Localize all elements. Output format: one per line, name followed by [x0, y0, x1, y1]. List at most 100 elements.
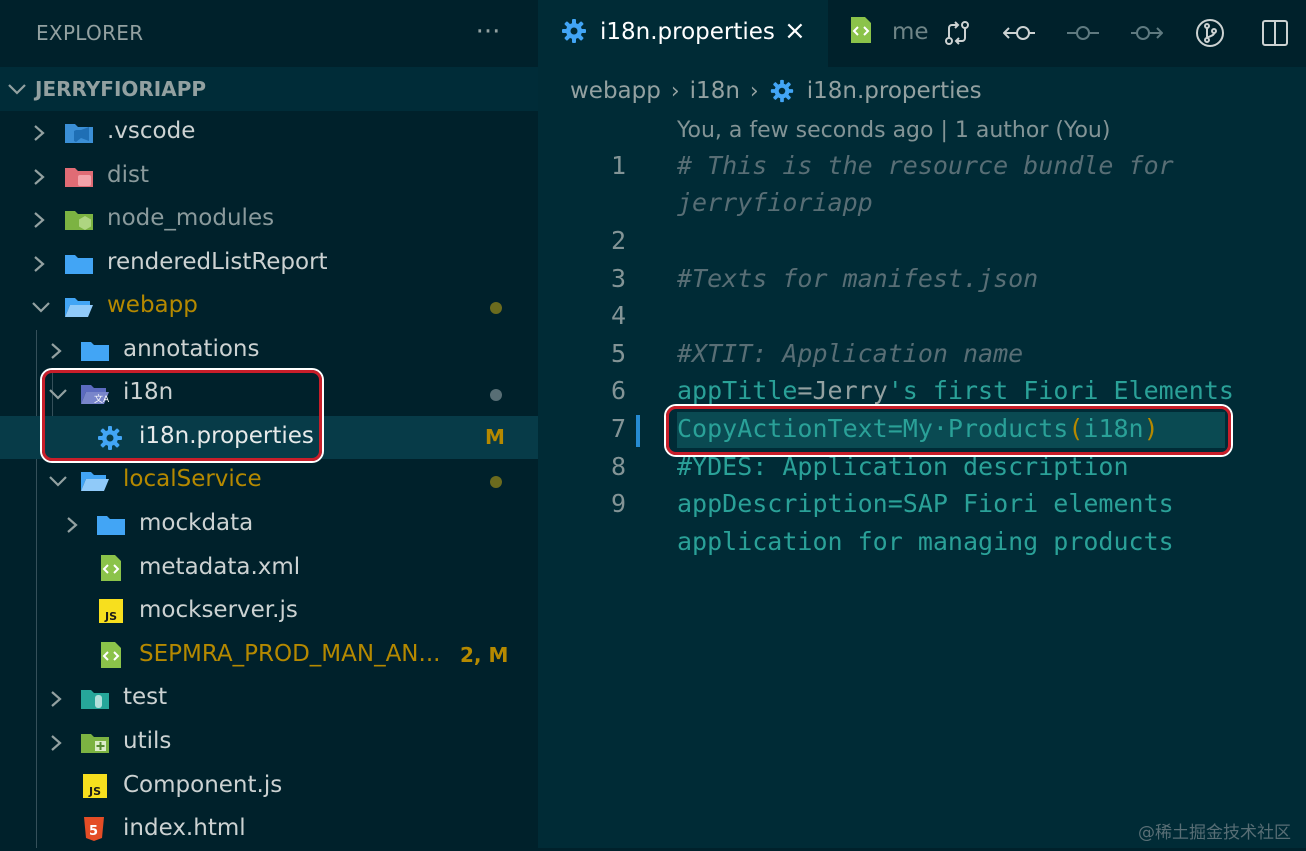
node-folder-icon — [64, 207, 93, 232]
code-line-7[interactable]: CopyActionText=My·Products(i18n) — [677, 414, 1159, 443]
more-actions-icon[interactable]: ··· — [470, 14, 506, 50]
tree-item-i18n[interactable]: 文A i18n — [0, 372, 538, 415]
code-line-3[interactable]: #Texts for manifest.json — [677, 264, 1038, 293]
tab-metadata[interactable]: me — [830, 0, 930, 67]
tree-item-label: Component.js — [123, 772, 283, 798]
js-file-icon: JS — [99, 599, 127, 624]
line-number: 5 — [610, 339, 626, 368]
xml-file-icon — [100, 641, 128, 668]
tree-item-test[interactable]: test — [0, 677, 538, 720]
tree-item-node-modules[interactable]: node_modules — [0, 198, 538, 241]
workspace-header[interactable]: JERRYFIORIAPP — [0, 67, 538, 111]
tree-item-renderedlistreport[interactable]: renderedListReport — [0, 242, 538, 285]
tree-item-label: test — [123, 684, 168, 710]
breadcrumb-separator: › — [749, 78, 759, 104]
svg-text:5: 5 — [89, 824, 98, 839]
tab-label: i18n.properties — [600, 19, 775, 45]
xml-file-icon — [100, 554, 128, 581]
line-number: 8 — [610, 452, 626, 481]
tree-item-label: i18n — [123, 379, 174, 405]
explorer-title: EXPLORER — [36, 21, 144, 45]
tree-item-label: node_modules — [107, 205, 275, 231]
js-file-icon: JS — [83, 774, 111, 799]
line-number: 4 — [610, 301, 626, 330]
code-line-5[interactable]: #XTIT: Application name — [677, 339, 1023, 368]
line-number: 2 — [610, 226, 626, 255]
next-change-icon[interactable] — [1128, 15, 1164, 51]
git-status-badge: 2, M — [460, 643, 509, 667]
paren-content: i18n — [1083, 414, 1144, 443]
utils-folder-icon — [80, 730, 109, 755]
tree-item-vscode[interactable]: .vscode — [0, 111, 538, 154]
git-blame-codelens[interactable]: You, a few seconds ago | 1 author (You) — [677, 118, 1110, 143]
tree-item-metadata-xml[interactable]: metadata.xml — [0, 547, 538, 590]
previous-change-icon[interactable] — [1002, 15, 1038, 51]
tree-item-webapp[interactable]: webapp — [0, 285, 538, 328]
gear-icon — [560, 17, 588, 49]
tree-item-label: .vscode — [107, 118, 196, 144]
tree-item-mockserver-js[interactable]: JS mockserver.js — [0, 590, 538, 633]
chevron-right-icon — [47, 341, 65, 365]
breadcrumb-item-file[interactable]: i18n.properties — [807, 78, 982, 104]
svg-text:JS: JS — [104, 610, 117, 623]
html-file-icon: 5 — [83, 816, 111, 841]
tree-item-label: dist — [107, 162, 149, 188]
code-line-9-wrap[interactable]: application for managing products — [677, 527, 1174, 556]
split-editor-icon[interactable] — [1257, 15, 1293, 51]
tree-item-localservice[interactable]: localService — [0, 459, 538, 502]
breadcrumb-separator: › — [670, 78, 680, 104]
dist-folder-icon — [64, 164, 93, 189]
tree-item-annotations[interactable]: annotations — [0, 329, 538, 372]
tree-item-i18n-properties[interactable]: i18n.properties M — [0, 416, 538, 459]
timeline-commit-icon[interactable] — [1065, 15, 1101, 51]
tree-item-sepmra-annotation[interactable]: SEPMRA_PROD_MAN_AN... 2, M — [0, 634, 538, 677]
property-key: appTitle — [677, 376, 798, 405]
chevron-right-icon — [63, 515, 81, 539]
folder-open-icon — [64, 294, 93, 319]
property-value: Jerry — [812, 376, 888, 405]
folder-icon — [64, 251, 93, 276]
tree-item-mockdata[interactable]: mockdata — [0, 503, 538, 546]
git-modified-indicator — [636, 415, 640, 447]
chevron-right-icon — [47, 689, 65, 713]
open-paren: ( — [1068, 414, 1084, 443]
tab-i18n-properties[interactable]: i18n.properties × — [538, 0, 828, 67]
tree-item-label: metadata.xml — [139, 554, 301, 580]
breadcrumb: webapp › i18n › i18n.properties — [570, 74, 982, 108]
vscode-folder-icon — [64, 120, 93, 145]
chevron-down-icon — [30, 297, 52, 321]
close-icon[interactable]: × — [784, 16, 806, 46]
chevron-right-icon — [30, 123, 48, 147]
breadcrumb-item-i18n[interactable]: i18n — [690, 78, 740, 104]
code-line-1-wrap[interactable]: jerryfioriapp — [677, 188, 873, 217]
tree-item-component-js[interactable]: JS Component.js — [0, 765, 538, 808]
code-line-9[interactable]: appDescription=SAP Fiori elements — [677, 489, 1174, 518]
tab-bar: i18n.properties × me — [538, 0, 1306, 67]
code-line-6[interactable]: appTitle=Jerry's first Fiori Elements — [677, 376, 1234, 405]
property-value: 's first Fiori Elements — [887, 376, 1234, 405]
tab-label: me — [892, 19, 929, 45]
line-number: 1 — [610, 151, 626, 180]
code-line-1[interactable]: # This is the resource bundle for — [677, 151, 1174, 180]
workspace-title: JERRYFIORIAPP — [35, 77, 207, 101]
tree-item-label: SEPMRA_PROD_MAN_AN... — [139, 641, 441, 667]
tree-item-index-html[interactable]: 5 index.html — [0, 808, 538, 851]
breadcrumb-item-webapp[interactable]: webapp — [570, 78, 661, 104]
code-line-8[interactable]: #YDES: Application description — [677, 452, 1129, 481]
equals-sign: = — [797, 376, 813, 405]
tree-item-dist[interactable]: dist — [0, 155, 538, 198]
chevron-down-icon[interactable] — [6, 80, 28, 102]
git-status-badge: M — [485, 425, 505, 449]
chevron-down-icon — [47, 384, 69, 408]
chevron-right-icon — [30, 167, 48, 191]
modified-dot — [490, 302, 502, 314]
tree-item-label: utils — [123, 728, 172, 754]
line-number: 9 — [610, 489, 626, 518]
close-paren: ) — [1143, 414, 1159, 443]
chevron-right-icon — [30, 254, 48, 278]
folder-icon — [96, 512, 125, 537]
git-graph-icon[interactable] — [1192, 15, 1228, 51]
compare-changes-icon[interactable] — [939, 15, 975, 51]
tree-item-utils[interactable]: utils — [0, 721, 538, 764]
modified-dot — [490, 389, 502, 401]
